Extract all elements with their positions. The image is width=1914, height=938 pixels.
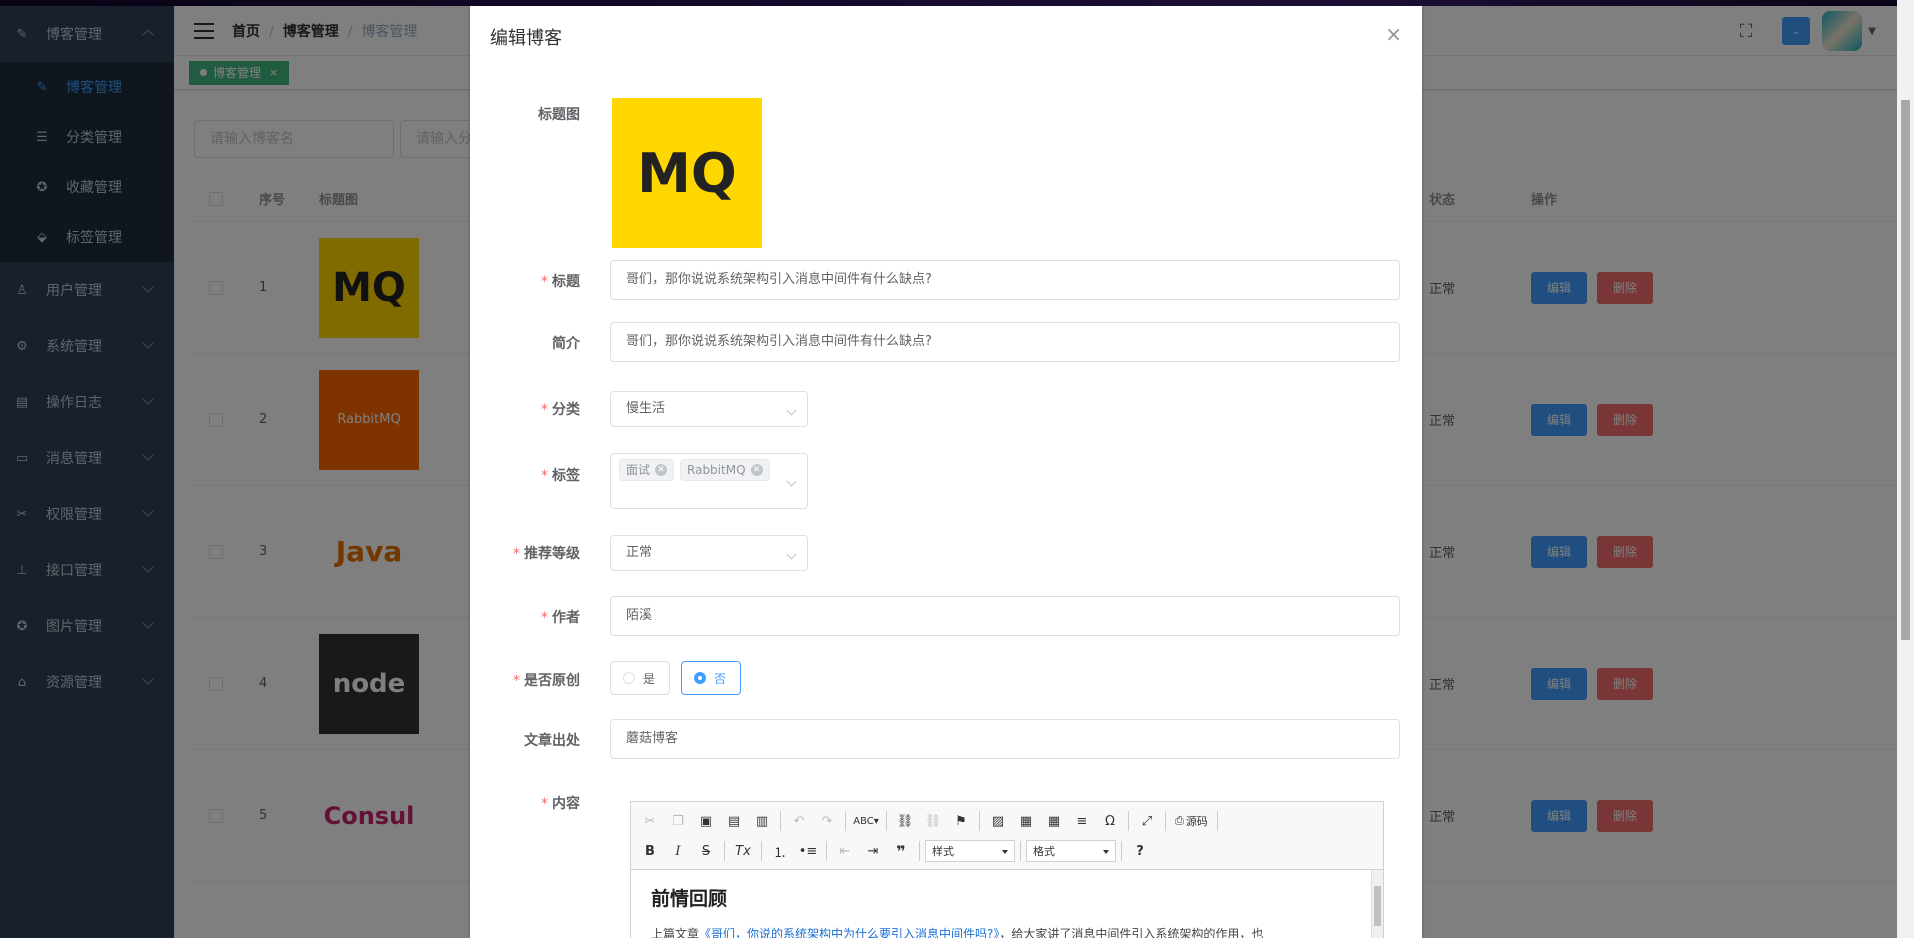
source-label: 文章出处: [524, 733, 580, 749]
numbered-list-icon[interactable]: ⒈: [767, 839, 793, 863]
close-icon[interactable]: ✕: [750, 464, 763, 476]
source-button[interactable]: ⎙ 源码: [1171, 809, 1212, 833]
cover-label: 标题图: [538, 107, 580, 123]
editor-paragraph: 上篇文章《哥们，你说的系统架构中为什么要引入消息中间件吗?》，给大家讲了消息中间…: [651, 925, 1363, 938]
tag-chip: RabbitMQ ✕: [680, 459, 770, 481]
original-label: * 是否原创: [513, 673, 580, 689]
bulleted-list-icon[interactable]: •≡: [795, 839, 821, 863]
chevron-down-icon: [786, 476, 797, 487]
blockquote-icon[interactable]: ❞: [888, 839, 914, 863]
chevron-down-icon: [786, 549, 797, 560]
anchor-flag-icon[interactable]: ⚑: [948, 809, 974, 833]
close-icon[interactable]: ✕: [655, 464, 668, 476]
title-label: * 标题: [541, 274, 580, 290]
editor-content[interactable]: 前情回顾 上篇文章《哥们，你说的系统架构中为什么要引入消息中间件吗?》，给大家讲…: [631, 870, 1383, 938]
flash-icon[interactable]: ▦: [1013, 809, 1039, 833]
editor-toolbar-row-1: ✂ ❐ ▣ ▤ ▥ ↶ ↷ ABC▾ ⛓ ⛓ ⚑ ▨ ▦ ▦ ≡ Ω ⤢ ⎙ 源…: [637, 806, 1377, 836]
summary-input[interactable]: 哥们，那你说说系统架构引入消息中间件有什么缺点?: [610, 322, 1400, 362]
bold-icon[interactable]: B: [637, 839, 663, 863]
category-label: * 分类: [541, 402, 580, 418]
paste-text-icon[interactable]: ▤: [721, 809, 747, 833]
editor-toolbar-row-2: B I S Tx ⒈ •≡ ⇤ ⇥ ❞ 样式 格式 ?: [637, 836, 1377, 866]
cut-icon[interactable]: ✂: [637, 809, 663, 833]
tags-label: * 标签: [541, 468, 580, 484]
level-label: * 推荐等级: [513, 546, 580, 562]
paste-word-icon[interactable]: ▥: [749, 809, 775, 833]
link-icon[interactable]: ⛓: [892, 809, 918, 833]
remove-format-icon[interactable]: Tx: [730, 839, 756, 863]
summary-label: 简介: [552, 336, 580, 352]
rich-text-editor: ✂ ❐ ▣ ▤ ▥ ↶ ↷ ABC▾ ⛓ ⛓ ⚑ ▨ ▦ ▦ ≡ Ω ⤢ ⎙ 源…: [630, 801, 1384, 938]
level-value: 正常: [626, 545, 653, 560]
dialog-title: 编辑博客: [490, 28, 562, 49]
styles-combo[interactable]: 样式: [925, 840, 1015, 862]
source-input[interactable]: 蘑菇博客: [610, 719, 1400, 759]
italic-icon[interactable]: I: [665, 839, 691, 863]
table-icon[interactable]: ▦: [1041, 809, 1067, 833]
outdent-icon[interactable]: ⇤: [832, 839, 858, 863]
undo-icon[interactable]: ↶: [786, 809, 812, 833]
redo-icon[interactable]: ↷: [814, 809, 840, 833]
title-input[interactable]: 哥们，那你说说系统架构引入消息中间件有什么缺点?: [610, 260, 1400, 300]
level-select[interactable]: 正常: [610, 535, 808, 571]
category-select[interactable]: 慢生活: [610, 391, 808, 427]
editor-scrollbar[interactable]: [1371, 870, 1383, 938]
original-yes-radio[interactable]: 是: [610, 661, 670, 695]
app-root: ✎ 博客管理 ✎ 博客管理 ☰ 分类管理 ✪ 收藏管理 ⬙ 标签管理 ♙: [0, 0, 1914, 938]
author-input[interactable]: 陌溪: [610, 596, 1400, 636]
indent-icon[interactable]: ⇥: [860, 839, 886, 863]
editor-heading: 前情回顾: [651, 888, 728, 910]
strikethrough-icon[interactable]: S: [693, 839, 719, 863]
format-combo[interactable]: 格式: [1026, 840, 1116, 862]
cover-image-text: MQ: [637, 141, 737, 205]
paste-icon[interactable]: ▣: [693, 809, 719, 833]
page-scrollbar[interactable]: [1897, 0, 1914, 938]
category-value: 慢生活: [626, 401, 666, 416]
edit-blog-dialog: 编辑博客 × 标题图 MQ * 标题 哥们，那你说说系统架构引入消息中间件有什么缺…: [470, 6, 1422, 938]
chevron-down-icon: [786, 405, 797, 416]
author-label: * 作者: [541, 610, 580, 626]
editor-toolbar: ✂ ❐ ▣ ▤ ▥ ↶ ↷ ABC▾ ⛓ ⛓ ⚑ ▨ ▦ ▦ ≡ Ω ⤢ ⎙ 源…: [631, 802, 1383, 870]
tag-chip: 面试 ✕: [619, 459, 675, 481]
close-icon[interactable]: ×: [1385, 22, 1402, 46]
horizontal-rule-icon[interactable]: ≡: [1069, 809, 1095, 833]
unlink-icon[interactable]: ⛓: [920, 809, 946, 833]
tags-select[interactable]: 面试 ✕ RabbitMQ ✕: [610, 453, 808, 509]
editor-link[interactable]: 《哥们，你说的系统架构中为什么要引入消息中间件吗?》: [699, 927, 999, 938]
cover-image-uploader[interactable]: MQ: [612, 98, 762, 248]
image-icon[interactable]: ▨: [985, 809, 1011, 833]
help-icon[interactable]: ?: [1127, 839, 1153, 863]
copy-icon[interactable]: ❐: [665, 809, 691, 833]
maximize-icon[interactable]: ⤢: [1134, 809, 1160, 833]
original-no-radio[interactable]: 否: [681, 661, 741, 695]
spellcheck-icon[interactable]: ABC▾: [851, 809, 881, 833]
special-char-icon[interactable]: Ω: [1097, 809, 1123, 833]
content-label: * 内容: [541, 796, 580, 812]
